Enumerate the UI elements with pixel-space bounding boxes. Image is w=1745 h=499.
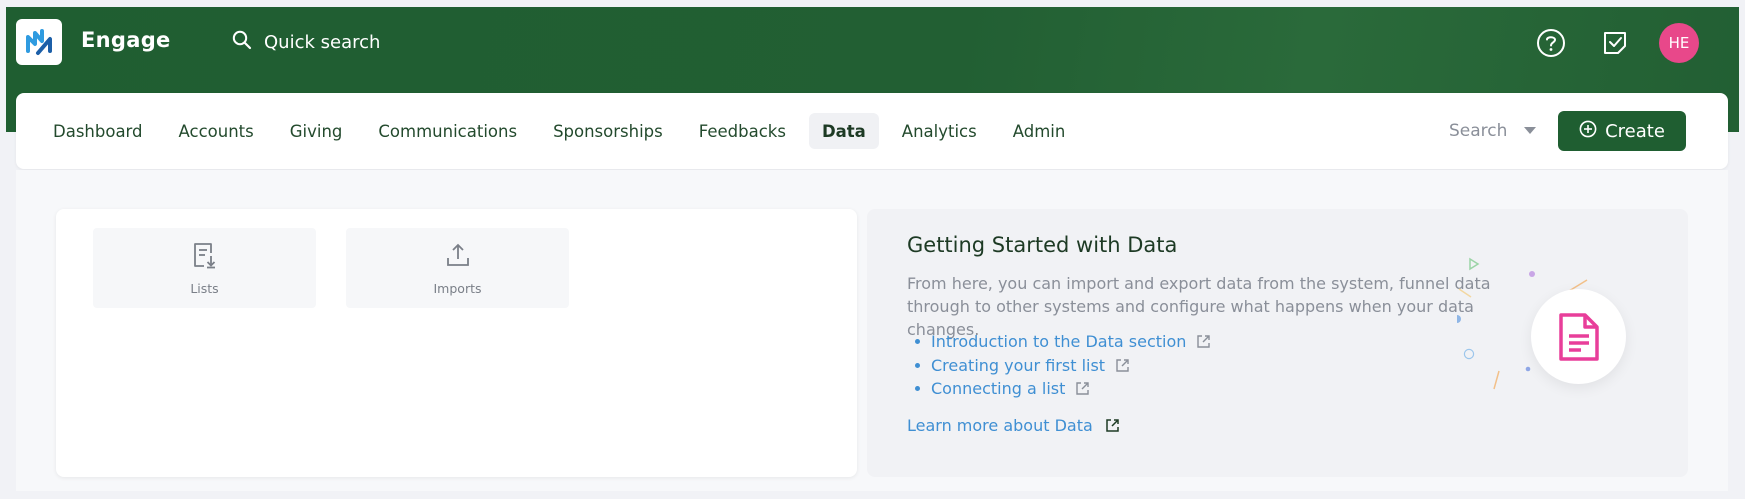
help-link-connecting[interactable]: Connecting a list — [915, 377, 1211, 401]
tab-communications[interactable]: Communications — [365, 113, 530, 149]
header-actions: HE — [1531, 23, 1739, 63]
help-link-label: Introduction to the Data section — [931, 332, 1187, 352]
data-tiles-card: Lists Imports — [56, 209, 857, 477]
create-button[interactable]: Create — [1558, 111, 1686, 151]
document-icon — [1531, 289, 1626, 384]
lists-tile-label: Lists — [190, 280, 219, 296]
user-avatar[interactable]: HE — [1659, 23, 1699, 63]
tab-analytics[interactable]: Analytics — [889, 113, 990, 149]
external-link-icon — [1105, 418, 1120, 433]
tab-dashboard[interactable]: Dashboard — [40, 113, 156, 149]
list-download-icon — [192, 241, 218, 273]
bullet — [915, 339, 920, 345]
imports-tile[interactable]: Imports — [346, 228, 569, 308]
tab-feedbacks[interactable]: Feedbacks — [686, 113, 799, 149]
help-link-label: Creating your first list — [931, 355, 1106, 375]
nav-search-label: Search — [1449, 121, 1508, 141]
quick-search-label: Quick search — [264, 31, 381, 53]
tab-giving[interactable]: Giving — [277, 113, 356, 149]
data-page-content: Lists Imports Getting Started with Data … — [16, 170, 1728, 491]
main-nav: Dashboard Accounts Giving Communications… — [16, 93, 1728, 169]
bullet — [915, 362, 920, 368]
getting-started-card: Getting Started with Data From here, you… — [867, 209, 1688, 477]
getting-started-title: Getting Started with Data — [907, 233, 1178, 257]
upload-icon — [444, 241, 472, 273]
imports-tile-label: Imports — [433, 280, 482, 296]
tab-admin[interactable]: Admin — [1000, 113, 1079, 149]
external-link-icon — [1196, 334, 1211, 349]
help-circle-icon[interactable] — [1531, 23, 1571, 63]
nav-search-dropdown[interactable]: Search — [1449, 113, 1537, 149]
learn-more-label: Learn more about Data — [907, 416, 1093, 435]
create-label: Create — [1605, 120, 1665, 142]
help-link-label: Connecting a list — [931, 379, 1066, 399]
external-link-icon — [1075, 381, 1090, 396]
help-link-first-list[interactable]: Creating your first list — [915, 354, 1211, 378]
external-link-icon — [1115, 358, 1130, 373]
help-link-intro[interactable]: Introduction to the Data section — [915, 330, 1211, 354]
plus-circle-icon — [1579, 120, 1597, 143]
app-name: Engage — [81, 28, 171, 52]
engage-logo-icon[interactable] — [16, 19, 62, 65]
caret-down-icon — [1523, 121, 1537, 141]
bullet — [915, 386, 920, 392]
learn-more-link[interactable]: Learn more about Data — [907, 416, 1120, 435]
nav-tabs: Dashboard Accounts Giving Communications… — [40, 113, 1078, 149]
help-links: Introduction to the Data section Creatin… — [915, 330, 1211, 401]
tab-sponsorships[interactable]: Sponsorships — [540, 113, 676, 149]
quick-search[interactable]: Quick search — [232, 24, 380, 60]
search-icon — [232, 30, 252, 55]
tab-data[interactable]: Data — [808, 113, 879, 149]
tab-accounts[interactable]: Accounts — [166, 113, 267, 149]
lists-tile[interactable]: Lists — [93, 228, 316, 308]
task-check-icon[interactable] — [1595, 23, 1635, 63]
